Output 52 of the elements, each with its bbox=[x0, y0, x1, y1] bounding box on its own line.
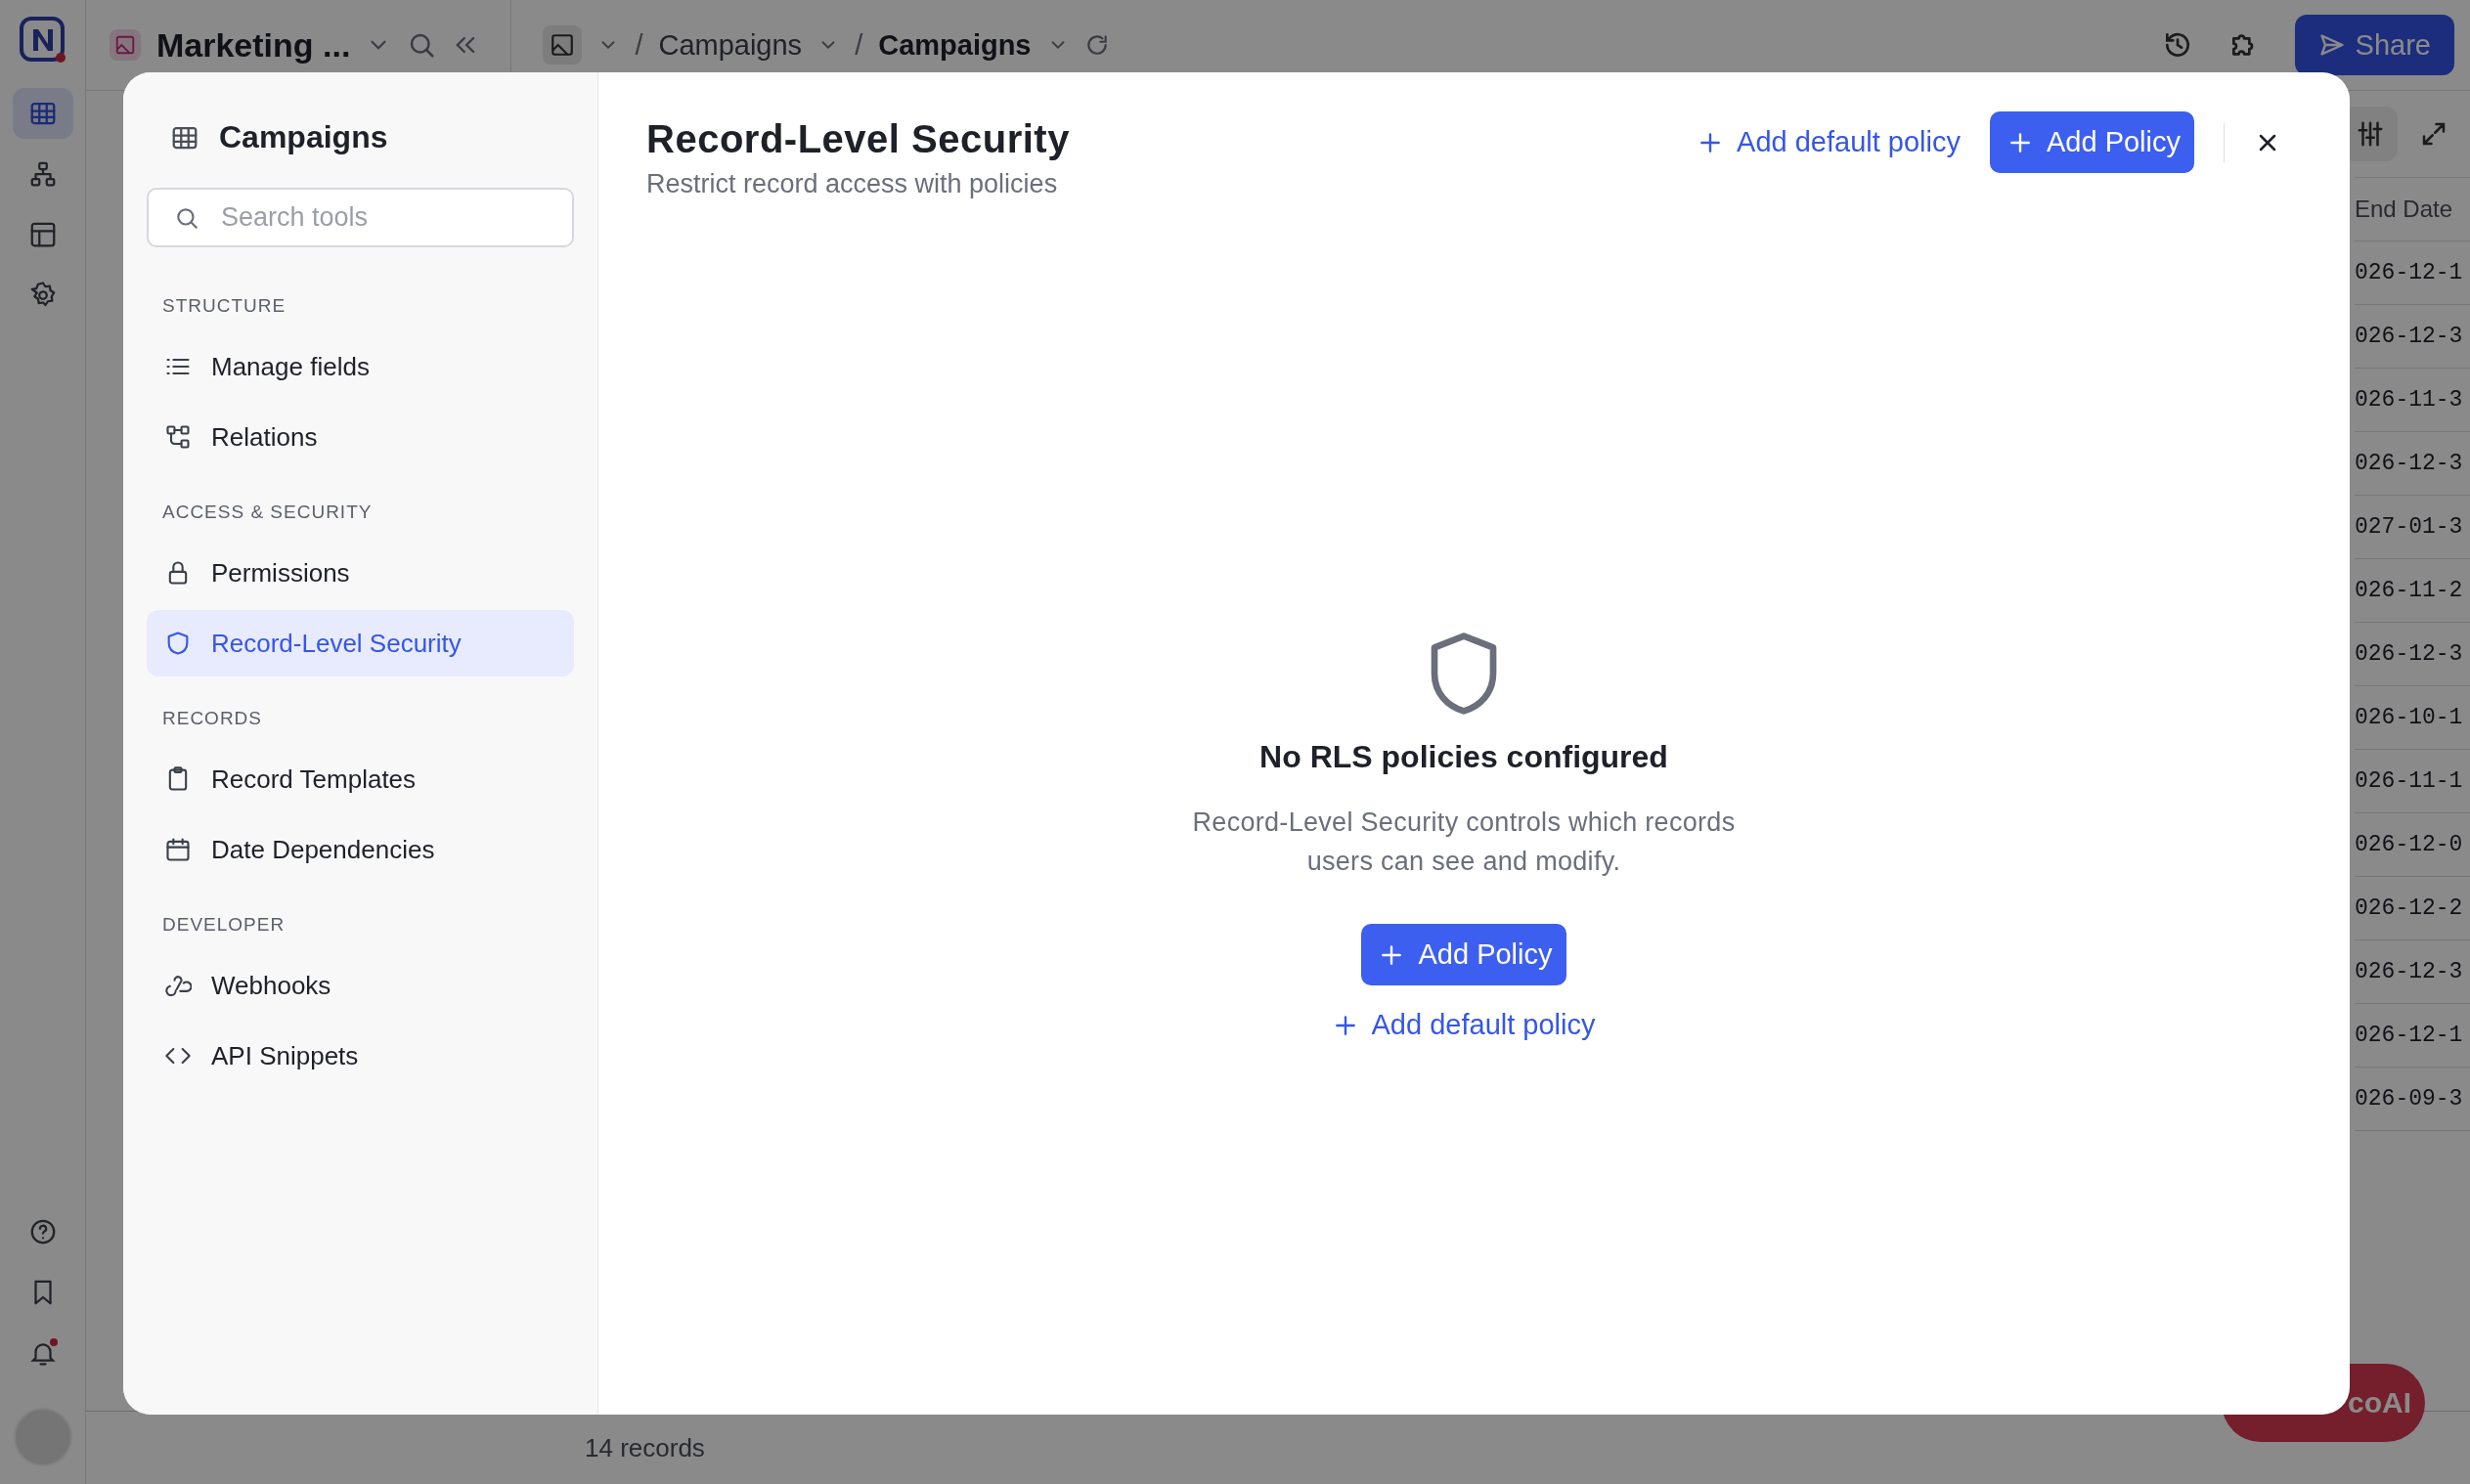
sidebar-item[interactable]: Webhooks bbox=[147, 952, 574, 1019]
breadcrumb-separator: / bbox=[635, 28, 643, 62]
table-cell: 026-12-3 bbox=[2355, 940, 2470, 1004]
record-count: 14 records bbox=[585, 1432, 705, 1463]
sidebar-item[interactable]: Relations bbox=[147, 404, 574, 470]
sidebar-item[interactable]: Permissions bbox=[147, 540, 574, 606]
empty-state-description: Record-Level Security controls which records users can see and modify. bbox=[1191, 807, 1737, 878]
sidebar-item[interactable]: API Snippets bbox=[147, 1023, 574, 1089]
breadcrumb[interactable]: Campaigns bbox=[658, 28, 803, 62]
section-heading: RECORDS bbox=[161, 707, 263, 730]
table-cell: 026-12-0 bbox=[2355, 813, 2470, 877]
table-cell: 027-01-3 bbox=[2355, 496, 2470, 559]
view-type-button[interactable] bbox=[543, 25, 583, 65]
table-cell: 026-12-2 bbox=[2355, 877, 2470, 940]
relations-icon bbox=[164, 423, 192, 451]
add-policy-button[interactable]: Add Policy bbox=[1990, 111, 2194, 173]
image-icon bbox=[110, 29, 141, 61]
table-cell: 026-10-1 bbox=[2355, 686, 2470, 750]
table-cell: 026-12-1 bbox=[2355, 241, 2470, 305]
rail-button[interactable] bbox=[12, 88, 73, 139]
section-heading: DEVELOPER bbox=[161, 913, 287, 937]
dialog-subtitle: Restrict record access with policies bbox=[646, 169, 1059, 199]
table-cell: 026-12-3 bbox=[2355, 432, 2470, 496]
share-button[interactable]: Share bbox=[2294, 15, 2454, 75]
breadcrumb[interactable]: Campaigns bbox=[878, 28, 1032, 62]
table-cell: 026-12-3 bbox=[2355, 305, 2470, 369]
breadcrumb-separator: / bbox=[855, 28, 863, 62]
image-icon bbox=[550, 32, 576, 58]
section-heading: ACCESS & SECURITY bbox=[161, 501, 374, 524]
empty-state-title: No RLS policies configured bbox=[1259, 739, 1668, 775]
workspace-name[interactable]: Marketing ... bbox=[156, 25, 351, 65]
search-field[interactable]: Search tools bbox=[147, 188, 574, 247]
add-policy-button[interactable]: Add Policy bbox=[1361, 924, 1566, 985]
table-cell: 026-11-1 bbox=[2355, 750, 2470, 813]
section-heading: STRUCTURE bbox=[161, 294, 287, 318]
dialog-title: Record-Level Security bbox=[646, 117, 1071, 161]
calendar-icon bbox=[164, 836, 192, 863]
table-cell: 026-11-3 bbox=[2355, 369, 2470, 432]
sidebar-item[interactable]: Record-Level Security bbox=[147, 610, 574, 677]
sidebar-item[interactable]: Record Templates bbox=[147, 746, 574, 812]
sidebar-item[interactable]: Manage fields bbox=[147, 333, 574, 400]
sidebar-title: Campaigns bbox=[219, 119, 388, 155]
add-default-policy-link[interactable]: Add default policy bbox=[1332, 1009, 1596, 1041]
table-cell: 026-09-3 bbox=[2355, 1068, 2470, 1131]
table-cell: 026-12-1 bbox=[2355, 1004, 2470, 1068]
logo-icon[interactable] bbox=[18, 16, 67, 65]
table-cell: 026-12-3 bbox=[2355, 623, 2470, 686]
send-icon bbox=[2317, 31, 2346, 59]
table-cell: 026-11-2 bbox=[2355, 559, 2470, 623]
column-header[interactable]: End Date bbox=[2355, 177, 2470, 241]
add-default-policy-link[interactable]: Add default policy bbox=[1698, 126, 1961, 158]
sidebar-item[interactable]: Date Dependencies bbox=[147, 816, 574, 883]
